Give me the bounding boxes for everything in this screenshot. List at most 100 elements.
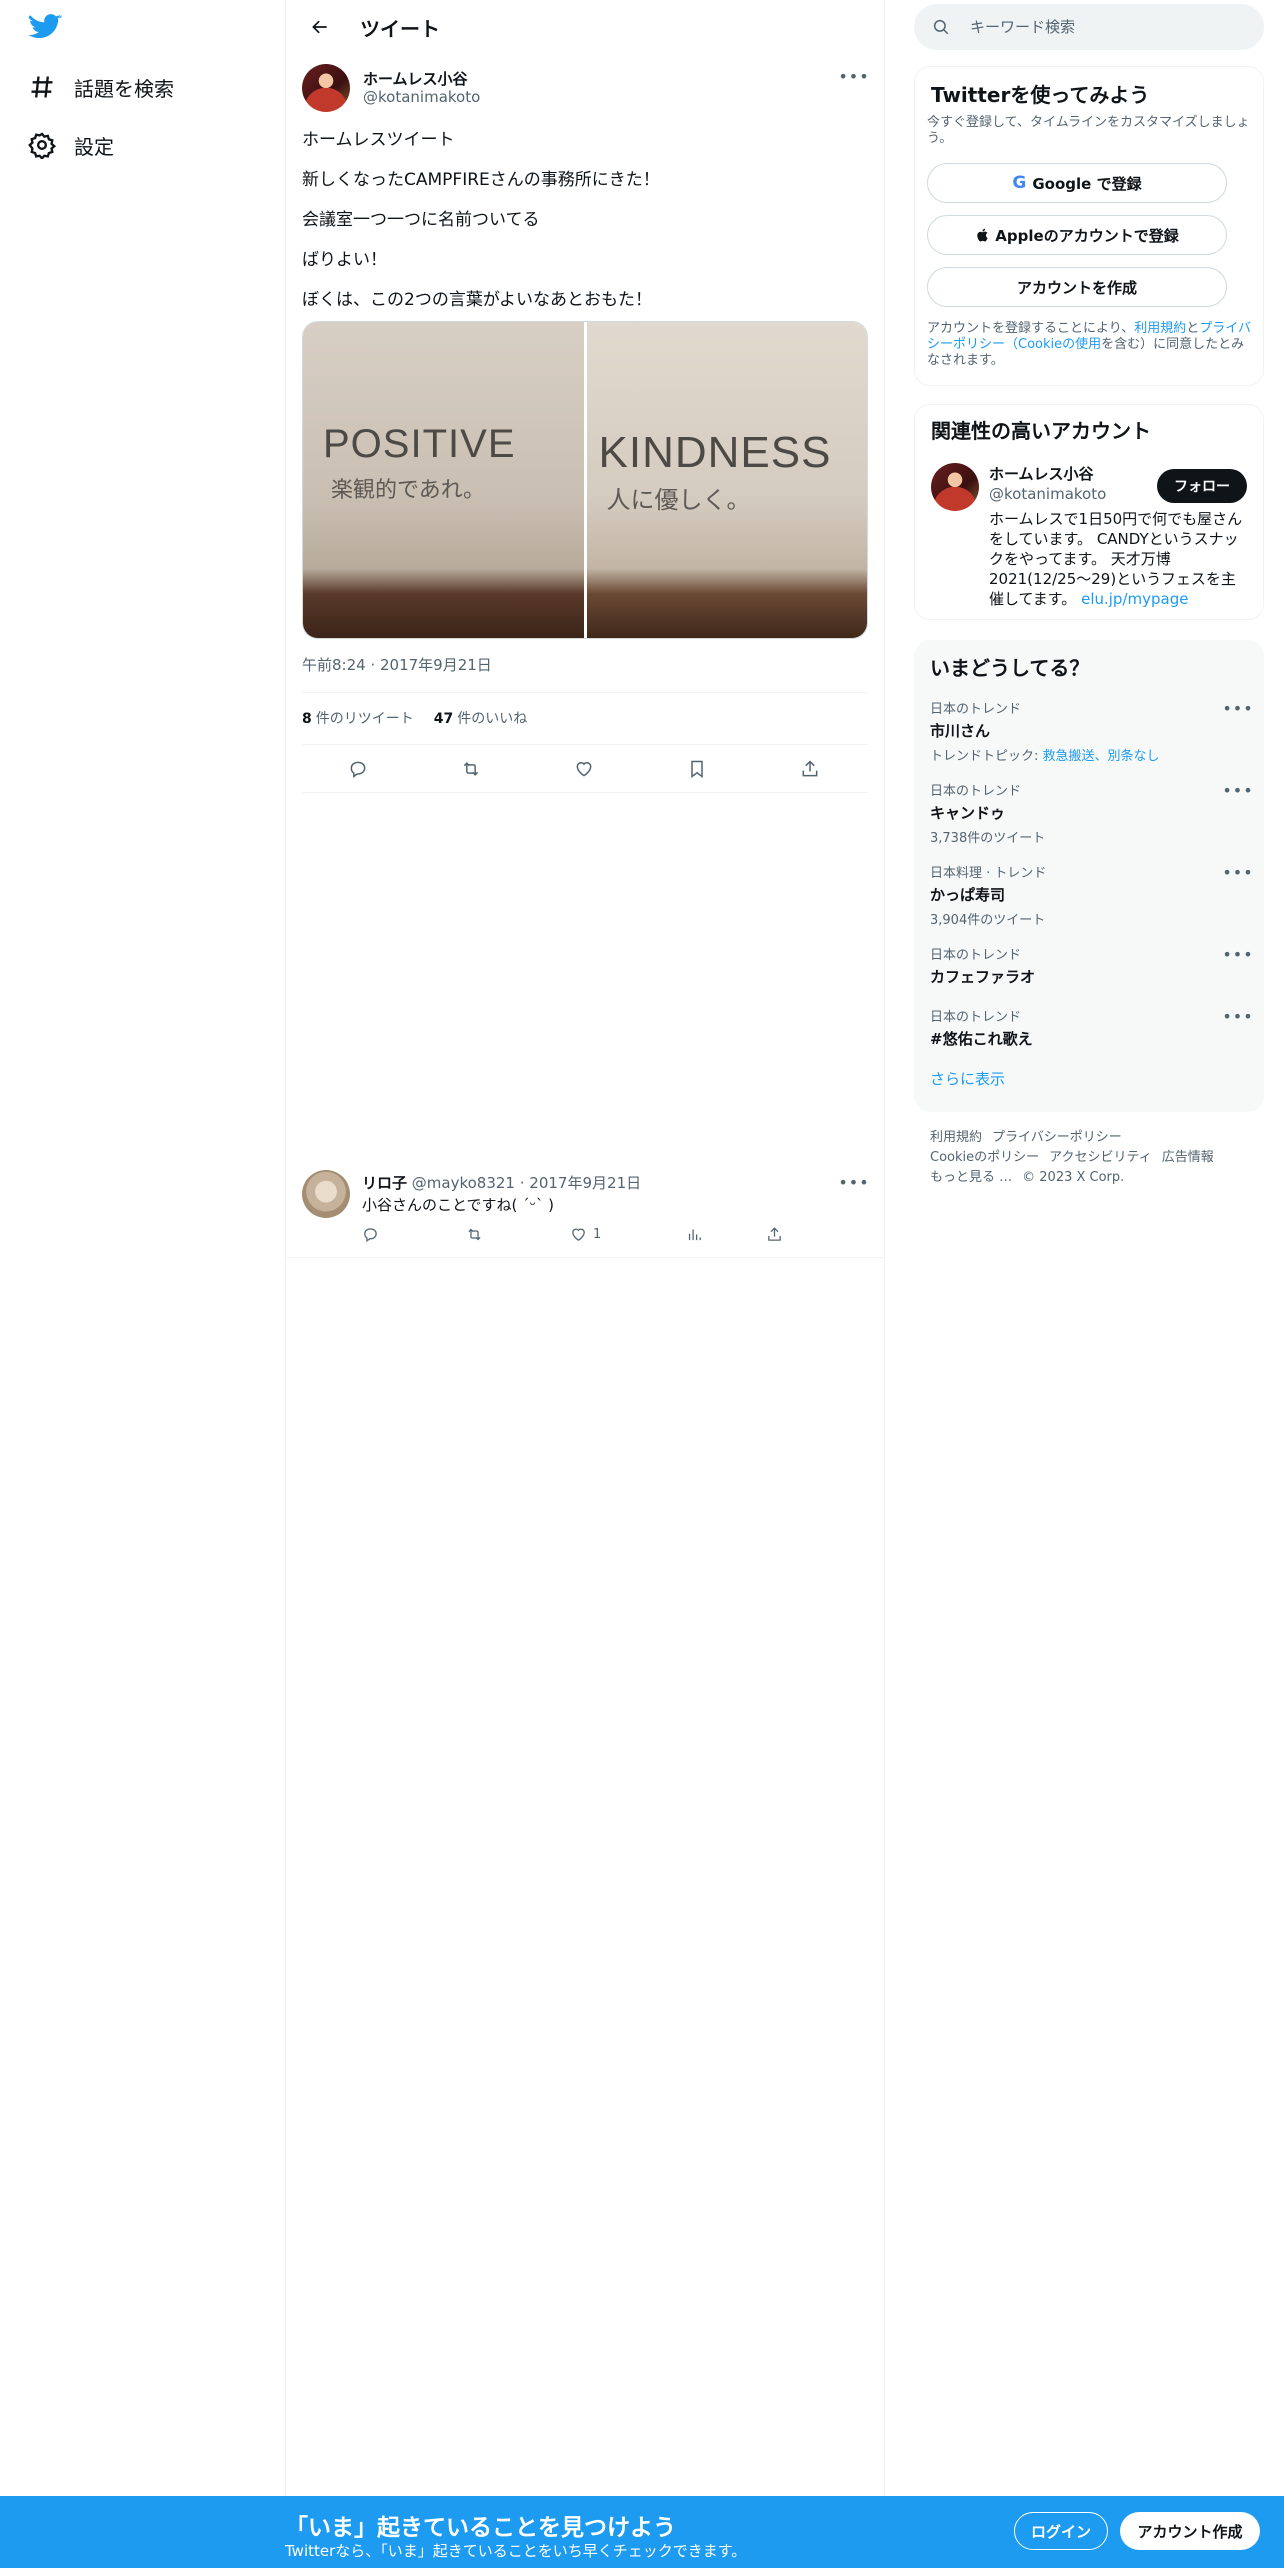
more-options-icon[interactable]: ••• — [838, 66, 868, 86]
trend-item[interactable]: 日本のトレンド 市川さん トレンドトピック: 救急搬送、別条なし ••• — [930, 698, 1253, 765]
tweet-header: ツイート — [286, 0, 884, 54]
google-signup-label: Google で登録 — [1032, 174, 1142, 193]
trend-item[interactable]: 日本のトレンド #悠佑これ歌え ••• — [930, 1006, 1253, 1049]
trend-item[interactable]: 日本のトレンド カフェファラオ ••• — [930, 944, 1253, 987]
more-options-icon[interactable]: ••• — [1222, 862, 1252, 882]
reply-like-button[interactable]: 1 — [570, 1224, 601, 1244]
footer-link[interactable]: アクセシビリティ — [1049, 1150, 1152, 1165]
trend-tweet-count: 3,738件のツイート — [930, 831, 1046, 846]
create-account-button[interactable]: アカウントを作成 — [927, 267, 1227, 307]
login-button[interactable]: ログイン — [1014, 2512, 1108, 2550]
reply-button[interactable] — [344, 755, 372, 783]
signup-banner: 「いま」起きていることを見つけよう Twitterなら、「いま」起きていることを… — [0, 2496, 1284, 2568]
terms-link[interactable]: 利用規約 — [1134, 321, 1186, 336]
trends-card: いまどうしてる？ 日本のトレンド 市川さん トレンドトピック: 救急搬送、別条な… — [914, 640, 1264, 1112]
search-input[interactable] — [970, 4, 1240, 50]
trend-topic-prefix: トレンドトピック: — [930, 749, 1043, 764]
trend-context: 日本のトレンド — [930, 702, 1022, 717]
reply-author-handle[interactable]: @mayko8321 — [412, 1174, 515, 1192]
footer-link[interactable]: プライバシーポリシー — [992, 1130, 1122, 1145]
footer-link[interactable]: Cookieのポリシー — [930, 1150, 1039, 1165]
more-options-icon[interactable]: ••• — [1222, 944, 1252, 964]
google-signup-button[interactable]: G Google で登録 — [927, 163, 1227, 203]
like-label: 件のいいね — [457, 711, 528, 727]
reply-like-count: 1 — [593, 1226, 602, 1242]
trend-topic-link[interactable]: 救急搬送、別条なし — [1043, 749, 1160, 764]
retweet-button[interactable] — [457, 755, 485, 783]
like-stat[interactable]: 47 件のいいね — [434, 708, 527, 728]
reply-reply-button[interactable] — [362, 1224, 379, 1244]
trend-name: かっぱ寿司 — [930, 886, 1006, 904]
more-options-icon[interactable]: ••• — [1222, 1006, 1252, 1026]
reply-icon — [364, 1227, 377, 1242]
like-button[interactable] — [570, 755, 598, 783]
tweet-text: ホームレスツイート 新しくなったCAMPFIREさんの事務所にきた！ 会議室一つ… — [302, 128, 868, 328]
trend-name: カフェファラオ — [930, 968, 1036, 986]
reply-analytics-button[interactable] — [686, 1224, 703, 1244]
tweet-timestamp[interactable]: 午前8:24 · 2017年9月21日 — [302, 654, 492, 675]
footer-more-link[interactable]: もっと見る … — [930, 1170, 1012, 1185]
signup-terms: アカウントを登録することにより、利用規約とプライバシーポリシー（Cookieの使… — [927, 321, 1253, 369]
terms-text: と — [1186, 321, 1200, 336]
twitter-bird-icon[interactable] — [28, 14, 62, 42]
search-box[interactable] — [914, 4, 1264, 50]
related-name[interactable]: ホームレス小谷 — [989, 463, 1094, 484]
retweet-label: 件のリツイート — [315, 711, 414, 727]
arrow-left-icon — [312, 20, 327, 34]
reply-date[interactable]: · 2017年9月21日 — [520, 1174, 641, 1192]
trend-name: 市川さん — [930, 722, 991, 740]
gear-icon — [28, 132, 56, 159]
divider — [302, 744, 868, 745]
apple-signup-button[interactable]: Appleのアカウントで登録 — [927, 215, 1227, 255]
author-handle[interactable]: @kotanimakoto — [363, 88, 480, 106]
tweet-actions — [302, 748, 868, 790]
nav-explore-label: 話題を検索 — [74, 76, 174, 101]
reply-icon — [350, 761, 366, 778]
follow-button[interactable]: フォロー — [1157, 469, 1247, 503]
reply-avatar[interactable] — [302, 1170, 350, 1218]
more-options-icon[interactable]: ••• — [838, 1172, 868, 1192]
analytics-icon — [688, 1229, 701, 1240]
trend-tweet-count: 3,904件のツイート — [930, 913, 1046, 928]
page-title: ツイート — [360, 16, 440, 41]
reply-tweet[interactable]: リロ子 @mayko8321 · 2017年9月21日 ••• 小谷さんのことで… — [286, 1164, 884, 1258]
footer-link[interactable]: 広告情報 — [1162, 1150, 1214, 1165]
nav-settings[interactable]: 設定 — [28, 125, 114, 165]
trend-item[interactable]: 日本料理 · トレンド かっぱ寿司 3,904件のツイート ••• — [930, 862, 1253, 929]
search-icon — [933, 19, 949, 35]
footer-link[interactable]: 利用規約 — [930, 1130, 982, 1145]
back-button[interactable] — [302, 9, 338, 45]
tweet-line: ホームレスツイート — [302, 130, 455, 150]
related-bio-link[interactable]: elu.jp/mypage — [1081, 590, 1188, 608]
reply-text: 小谷さんのことですね( ˊᵕˋ ) — [362, 1196, 554, 1214]
signup-subtitle: 今すぐ登録して、タイムラインをカスタマイズしましょう。 — [927, 115, 1250, 146]
related-handle[interactable]: @kotanimakoto — [989, 485, 1106, 503]
heart-icon — [572, 1228, 585, 1241]
related-accounts-card: 関連性の高いアカウント ホームレス小谷 @kotanimakoto フォロー ホ… — [914, 404, 1264, 620]
tweet-line: 新しくなったCAMPFIREさんの事務所にきた！ — [302, 170, 660, 190]
trend-context: 日本のトレンド — [930, 1010, 1022, 1025]
divider — [302, 692, 868, 693]
reply-retweet-button[interactable] — [466, 1224, 483, 1244]
trend-item[interactable]: 日本のトレンド キャンドゥ 3,738件のツイート ••• — [930, 780, 1253, 847]
retweet-icon — [468, 1228, 481, 1240]
tweet-photo-kindness[interactable]: KINDNESS 人に優しく。 — [583, 322, 867, 638]
tweet-photo-positive[interactable]: POSITIVE 楽観的であれ。 — [303, 322, 584, 638]
retweet-stat[interactable]: 8 件のリツイート — [302, 708, 414, 728]
banner-signup-button[interactable]: アカウント作成 — [1120, 2512, 1260, 2550]
more-options-icon[interactable]: ••• — [1222, 780, 1252, 800]
show-more-link[interactable]: さらに表示 — [930, 1068, 1005, 1089]
author-avatar[interactable] — [302, 64, 350, 112]
author-name[interactable]: ホームレス小谷 — [363, 68, 468, 89]
reply-header: リロ子 @mayko8321 · 2017年9月21日 — [362, 1172, 641, 1193]
share-button[interactable] — [796, 755, 824, 783]
more-options-icon[interactable]: ••• — [1222, 698, 1252, 718]
related-avatar[interactable] — [931, 463, 979, 511]
heart-icon — [576, 762, 592, 777]
reply-author-name[interactable]: リロ子 — [362, 1174, 407, 1192]
reply-share-button[interactable] — [766, 1224, 783, 1244]
nav-explore[interactable]: 話題を検索 — [28, 67, 174, 107]
apple-signup-label: Appleのアカウントで登録 — [995, 226, 1179, 245]
bookmark-button[interactable] — [683, 755, 711, 783]
copyright: © 2023 X Corp. — [1022, 1170, 1125, 1185]
